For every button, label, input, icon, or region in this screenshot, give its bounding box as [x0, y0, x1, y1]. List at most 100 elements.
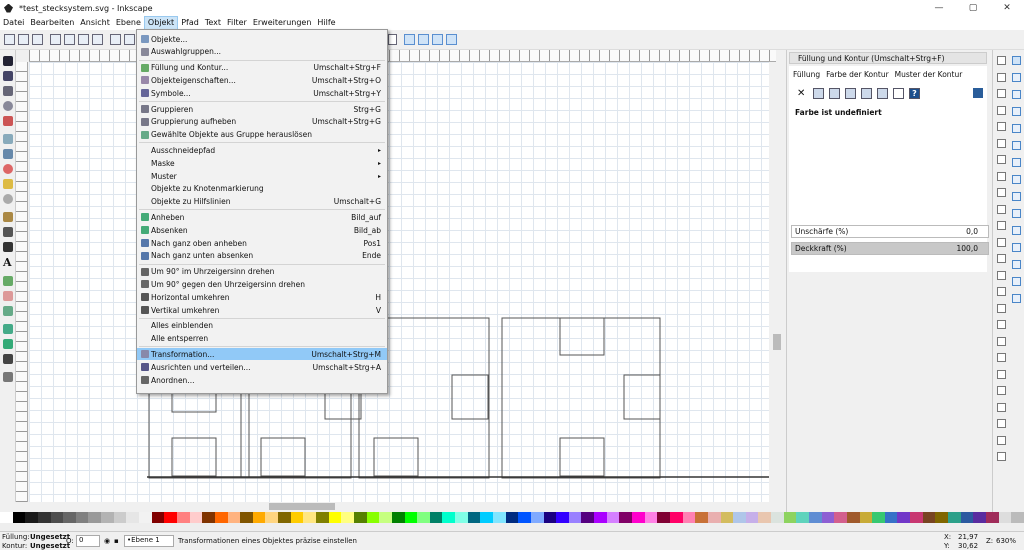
- menu-item-9[interactable]: Maske ▸: [137, 157, 387, 169]
- linear-gradient-icon[interactable]: [829, 88, 840, 99]
- menu-item-18[interactable]: Um 90° gegen den Uhrzeigersinn drehen: [137, 278, 387, 290]
- palette-swatch[interactable]: [809, 512, 822, 523]
- menu-item-10[interactable]: Muster ▸: [137, 170, 387, 182]
- palette-swatch[interactable]: [884, 512, 898, 523]
- menu-item-22[interactable]: Alle entsperren: [137, 333, 387, 345]
- vscroll-thumb[interactable]: [773, 334, 781, 350]
- palette-swatch[interactable]: [189, 512, 203, 523]
- rectangle-tool-icon[interactable]: [3, 134, 13, 144]
- palette-swatch[interactable]: [88, 512, 102, 523]
- menu-item-4[interactable]: Symbole... Umschalt+Strg+Y: [137, 87, 387, 99]
- ellipse-tool-icon[interactable]: [3, 164, 13, 174]
- menu-item-6[interactable]: Gruppierung aufheben Umschalt+Strg+G: [137, 116, 387, 128]
- scale-stroke-icon[interactable]: [404, 34, 415, 45]
- palette-swatch[interactable]: [429, 512, 443, 523]
- palette-swatch[interactable]: [240, 512, 253, 523]
- palette-swatch[interactable]: [985, 512, 999, 523]
- dropper-tool-icon[interactable]: [3, 354, 13, 364]
- lock-icon[interactable]: ▪: [114, 537, 119, 545]
- palette-swatch[interactable]: [101, 512, 114, 523]
- spray-tool-icon[interactable]: [3, 276, 13, 286]
- save-icon[interactable]: [997, 89, 1006, 98]
- menu-item-3[interactable]: Objekteigenschaften... Umschalt+Strg+O: [137, 74, 387, 86]
- menu-item-15[interactable]: Nach ganz oben anheben Pos1: [137, 237, 387, 249]
- slot-rect[interactable]: [559, 437, 605, 477]
- opacity-slider[interactable]: Deckkraft (%) 100,0: [791, 242, 989, 255]
- menu-item-5[interactable]: Gruppieren Strg+G: [137, 103, 387, 115]
- slot-rect[interactable]: [171, 437, 217, 477]
- palette-swatch[interactable]: [859, 512, 873, 523]
- palette-swatch[interactable]: [126, 512, 140, 523]
- layers-icon[interactable]: [997, 402, 1006, 412]
- stroke-value[interactable]: Ungesetzt: [30, 542, 70, 550]
- palette-swatch[interactable]: [492, 512, 506, 523]
- zoom-field[interactable]: 630%: [996, 537, 1016, 545]
- mesh-gradient-icon[interactable]: [861, 88, 872, 99]
- snap-cusp-icon[interactable]: [1012, 175, 1021, 184]
- open-icon[interactable]: [997, 72, 1006, 82]
- raise-tool-icon[interactable]: [124, 34, 135, 45]
- measure-tool-icon[interactable]: [3, 116, 13, 126]
- copy-icon[interactable]: [997, 188, 1006, 197]
- palette-swatch[interactable]: [720, 512, 734, 523]
- tab-stroke-style[interactable]: Muster der Kontur: [895, 70, 963, 79]
- menu-item-11[interactable]: Objekte zu Knotenmarkierung: [137, 183, 387, 195]
- menu-ebene[interactable]: Ebene: [113, 17, 144, 29]
- menu-item-1[interactable]: Auswahlgruppen...: [137, 46, 387, 58]
- palette-swatch[interactable]: [910, 512, 923, 523]
- group-icon[interactable]: [997, 336, 1006, 346]
- palette-swatch[interactable]: [391, 512, 405, 523]
- palette-swatch[interactable]: [214, 512, 228, 523]
- zoom-page-icon[interactable]: [997, 270, 1006, 280]
- palette-swatch[interactable]: [632, 512, 645, 523]
- deselect-icon[interactable]: [32, 34, 43, 45]
- menu-hilfe[interactable]: Hilfe: [314, 17, 338, 29]
- palette-swatch[interactable]: [543, 512, 557, 523]
- menu-erweiterungen[interactable]: Erweiterungen: [250, 17, 315, 29]
- palette-swatch[interactable]: [834, 512, 847, 523]
- palette-swatch[interactable]: [872, 512, 885, 523]
- panel-right[interactable]: [501, 317, 661, 479]
- palette-swatch[interactable]: [695, 512, 708, 523]
- flat-color-icon[interactable]: [813, 88, 824, 99]
- palette-swatch[interactable]: [480, 512, 493, 523]
- snap-midpoint-icon[interactable]: [1012, 209, 1021, 218]
- palette-swatch[interactable]: [442, 512, 456, 523]
- snap-grid-icon[interactable]: [1012, 277, 1021, 286]
- vertical-scrollbar[interactable]: [770, 62, 784, 502]
- zoom-tool-icon[interactable]: [3, 101, 13, 111]
- palette-swatch[interactable]: [379, 512, 392, 523]
- paste-icon[interactable]: [997, 221, 1006, 230]
- menu-item-16[interactable]: Nach ganz unten absenken Ende: [137, 250, 387, 262]
- rotate-cw-tool-icon[interactable]: [64, 34, 75, 45]
- palette-swatch[interactable]: [227, 512, 241, 523]
- palette-swatch[interactable]: [75, 512, 89, 523]
- palette-swatch[interactable]: [682, 512, 696, 523]
- xml-editor-icon[interactable]: [997, 419, 1006, 428]
- pen-tool-icon[interactable]: [3, 227, 13, 237]
- palette-swatch[interactable]: [417, 512, 430, 523]
- palette-swatch[interactable]: [922, 512, 936, 523]
- node-tool-icon[interactable]: [3, 71, 13, 81]
- menu-item-2[interactable]: Füllung und Kontur... Umschalt+Strg+F: [137, 62, 387, 74]
- fill-value[interactable]: Ungesetzt: [30, 533, 70, 541]
- gradient-tool-icon[interactable]: [3, 324, 13, 334]
- unlink-clone-icon[interactable]: [997, 320, 1006, 329]
- unit-dropdown[interactable]: [388, 34, 397, 45]
- palette-swatch[interactable]: [404, 512, 418, 523]
- snap-page-icon[interactable]: [1012, 260, 1021, 269]
- rotate-ccw-tool-icon[interactable]: [50, 34, 61, 45]
- opacity-field[interactable]: 0: [76, 535, 100, 547]
- menu-item-13[interactable]: Anheben Bild_auf: [137, 211, 387, 223]
- menu-item-0[interactable]: Objekte...: [137, 33, 387, 45]
- palette-swatch[interactable]: [998, 512, 1012, 523]
- palette-swatch[interactable]: [948, 512, 961, 523]
- palette-swatch[interactable]: [745, 512, 759, 523]
- slot-rect[interactable]: [451, 374, 489, 420]
- palette-swatch[interactable]: [505, 512, 519, 523]
- menu-pfad[interactable]: Pfad: [178, 17, 202, 29]
- menu-item-20[interactable]: Vertikal umkehren V: [137, 304, 387, 316]
- blur-slider[interactable]: Unschärfe (%) 0,0: [791, 225, 989, 238]
- palette-swatch[interactable]: [796, 512, 809, 523]
- palette-swatch[interactable]: [455, 512, 468, 523]
